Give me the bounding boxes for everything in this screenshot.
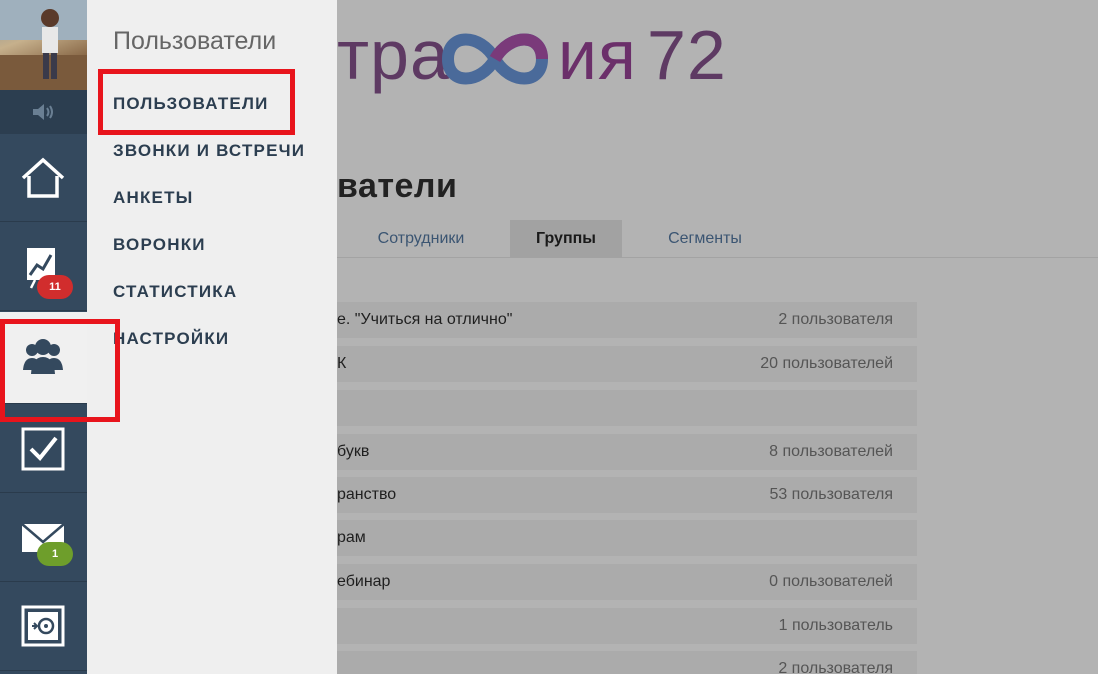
group-name: ебинар — [337, 573, 391, 590]
group-count: 1 пользователь — [778, 617, 893, 634]
group-name: рам — [337, 529, 366, 546]
group-row[interactable]: букв 8 пользователей — [337, 434, 917, 470]
group-row[interactable]: 2 пользователя — [337, 651, 917, 674]
nav-home[interactable] — [0, 134, 87, 222]
highlight-box-users — [0, 319, 120, 422]
group-count: 20 пользователей — [760, 355, 893, 372]
group-row[interactable] — [337, 390, 917, 426]
group-row[interactable]: ебинар 0 пользователей — [337, 564, 917, 600]
group-count: 53 пользователя — [769, 486, 893, 503]
logo-infinity-icon — [441, 33, 549, 85]
group-name: е. "Учиться на отлично" — [337, 311, 513, 328]
notification-badge: 1 — [37, 542, 73, 566]
menu-title: Пользователи — [113, 27, 277, 55]
group-count: 2 пользователя — [778, 660, 893, 674]
group-count: 2 пользователя — [778, 311, 893, 328]
logo-prefix: тра — [337, 16, 450, 94]
group-name: ранство — [337, 486, 397, 503]
tab-groups[interactable]: Группы — [510, 220, 622, 258]
group-name: К — [337, 355, 347, 372]
menu-item-calls[interactable]: ЗВОНКИ И ВСТРЕЧИ — [113, 139, 305, 163]
nav-mail[interactable]: 1 — [0, 494, 87, 582]
logo-number: 72 — [646, 16, 727, 94]
avatar[interactable] — [0, 0, 87, 90]
group-count: 0 пользователей — [769, 573, 893, 590]
speaker-icon — [33, 104, 53, 120]
nav-analytics[interactable]: 11 — [0, 223, 87, 311]
avatar-photo — [0, 0, 87, 90]
sound-toggle[interactable] — [0, 90, 87, 134]
nav-settings[interactable] — [0, 583, 87, 671]
home-icon — [21, 157, 65, 198]
group-row[interactable]: е. "Учиться на отлично" 2 пользователя — [337, 302, 917, 338]
group-row[interactable]: ранство 53 пользователя — [337, 477, 917, 513]
menu-item-statistics[interactable]: СТАТИСТИКА — [113, 280, 237, 304]
menu-item-funnels[interactable]: ВОРОНКИ — [113, 233, 206, 257]
tab-segments[interactable]: Сегменты — [648, 220, 762, 258]
tab-bar: Сотрудники Группы Сегменты — [337, 220, 1098, 258]
highlight-box-menu — [98, 69, 295, 135]
notification-badge: 11 — [37, 275, 73, 299]
group-row[interactable]: рам — [337, 520, 917, 556]
tab-employees[interactable]: Сотрудники — [359, 220, 483, 258]
group-count: 8 пользователей — [769, 443, 893, 460]
group-name: букв — [337, 443, 370, 460]
group-row[interactable]: К 20 пользователей — [337, 346, 917, 382]
safe-icon — [21, 605, 65, 647]
menu-item-surveys[interactable]: АНКЕТЫ — [113, 186, 194, 210]
menu-item-settings[interactable]: НАСТРОЙКИ — [113, 327, 229, 351]
group-row[interactable]: 1 пользователь — [337, 608, 917, 644]
page-title: ватели — [337, 167, 458, 205]
logo-suffix: ия — [557, 16, 637, 94]
checkbox-icon — [21, 427, 65, 471]
